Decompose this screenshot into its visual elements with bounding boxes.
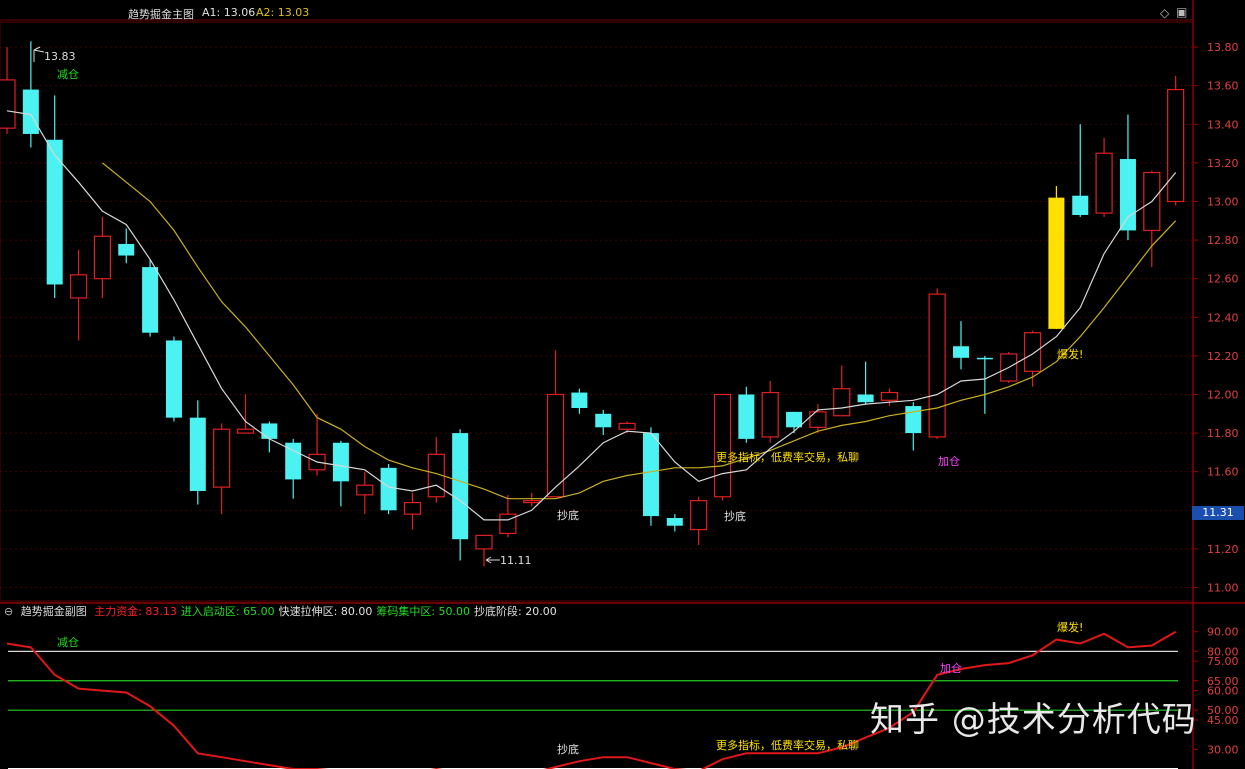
main-chart-header: 趋势掘金主图 A1: 13.06 A2: 13.03: [0, 0, 1195, 22]
a2-value: A2: 13.03: [256, 6, 310, 19]
ma5-line: [6, 110, 1177, 521]
candle-body-up: [523, 500, 541, 504]
candle-body-up: [1167, 88, 1185, 203]
ma10-line: [102, 162, 1177, 500]
candle-body-up: [403, 501, 422, 515]
candle-body-down: [332, 442, 349, 482]
candle-body-down: [261, 423, 278, 439]
candle-body-down: [142, 267, 159, 333]
candle-body-down: [595, 413, 612, 428]
low-marker-label: 11.11: [500, 554, 532, 567]
candle-body-down: [452, 433, 469, 540]
sub-annotation: 加仓: [940, 661, 962, 675]
candle-body-up: [93, 235, 112, 280]
y-tick-label: 13.20: [1207, 157, 1239, 170]
y-tick-label: 13.80: [1207, 41, 1239, 54]
sub-y-tick-label: 90.00: [1207, 626, 1239, 639]
sub-indicator-values: 主力资金: 83.13 进入启动区: 65.00 快速拉伸区: 80.00 筹码集中区…: [94, 605, 561, 618]
y-tick-label: 12.80: [1207, 234, 1239, 247]
sub-indicator-item: 筹码集中区: 50.00: [376, 605, 471, 618]
y-tick-label: 12.00: [1207, 388, 1239, 401]
candle-body-down: [953, 346, 969, 358]
sub-y-tick-label: 30.00: [1207, 743, 1239, 756]
candle-body-down: [1072, 195, 1089, 215]
candle-body-down: [571, 392, 588, 408]
candle-body-up: [0, 79, 16, 129]
candle-body-down: [738, 394, 755, 439]
candle-body-up: [475, 534, 493, 550]
candle-body-down: [165, 340, 182, 418]
sub-indicator-item: 抄底阶段: 20.00: [474, 605, 557, 618]
low-marker-arrow: [485, 556, 500, 564]
main-chart-title: 趋势掘金主图: [128, 8, 194, 21]
y-tick-label: 12.20: [1207, 350, 1239, 363]
candle-body-up: [236, 428, 255, 434]
candle-body-up: [833, 388, 851, 417]
candle-body-up: [1023, 332, 1042, 372]
sub-chart-header: ⊖ 趋势掘金副图 主力资金: 83.13 进入启动区: 65.00 快速拉伸区: 8…: [4, 603, 565, 619]
candle-body-up: [1095, 152, 1113, 214]
candle-body-down: [642, 433, 659, 517]
candle-body-down: [22, 89, 39, 134]
main-panel-frame: [0, 21, 1194, 602]
watermark: 知乎 @技术分析代码: [870, 700, 1197, 740]
candle-body-up: [618, 422, 636, 430]
current-price-tag: 11.31: [1192, 506, 1244, 520]
candle-body-down: [118, 243, 135, 256]
main-annotation: 抄底: [557, 508, 579, 522]
y-tick-label: 13.60: [1207, 80, 1239, 93]
sub-y-tick-label: 65.00: [1207, 675, 1239, 688]
main-annotation: 更多指标，低费率交易，私聊: [716, 450, 859, 464]
main-annotation: 抄底: [724, 509, 746, 523]
candle-body-down: [189, 417, 206, 491]
candle-body-up: [713, 393, 732, 498]
sub-annotation: 更多指标，低费率交易，私聊: [716, 738, 859, 752]
window-icon[interactable]: ▣: [1176, 5, 1187, 19]
y-tick-label: 11.80: [1207, 427, 1239, 440]
y-tick-label: 11.20: [1207, 543, 1239, 556]
a1-value: A1: 13.06: [202, 6, 256, 19]
candle-body-up: [880, 391, 899, 401]
candle-body-down: [857, 394, 874, 403]
settings-diamond-icon[interactable]: ◇: [1160, 6, 1169, 20]
candle-body-up: [928, 293, 946, 438]
candle-body-down: [786, 411, 803, 428]
candle-body-down: [976, 357, 993, 360]
y-tick-label: 12.40: [1207, 311, 1239, 324]
main-annotation: 爆发!: [1057, 347, 1083, 361]
main-annotation: 加仓: [938, 454, 960, 468]
high-marker-label: 13.83: [44, 50, 76, 63]
sub-indicator-item: 快速拉伸区: 80.00: [278, 605, 373, 618]
candle-body-up: [69, 274, 88, 299]
sub-annotation: 爆发!: [1057, 620, 1083, 634]
y-tick-label: 13.00: [1207, 195, 1239, 208]
sub-chart-title: 趋势掘金副图: [20, 605, 87, 618]
candle-body-up: [690, 500, 708, 531]
candle-body-down: [905, 406, 922, 434]
sub-indicator-item: 主力资金: 83.13: [94, 605, 177, 618]
main-annotation: 减仓: [57, 67, 79, 81]
sub-indicator-item: 进入启动区: 65.00: [180, 605, 275, 618]
candle-body-up: [213, 428, 231, 488]
candle-body-burst: [1048, 197, 1065, 329]
sub-annotation: 减仓: [57, 635, 79, 649]
y-tick-label: 13.40: [1207, 118, 1239, 131]
sub-y-tick-label: 50.00: [1207, 704, 1239, 717]
candle-body-down: [666, 518, 683, 526]
y-tick-label: 12.60: [1207, 273, 1239, 286]
candle-body-up: [356, 484, 374, 496]
y-tick-label: 11.00: [1207, 581, 1239, 594]
candle-body-up: [761, 391, 779, 438]
candle-body-down: [380, 467, 397, 511]
sub-annotation: 抄底: [557, 742, 579, 756]
price-chart[interactable]: 11.0011.2011.4011.6011.8012.0012.2012.40…: [0, 0, 1245, 769]
high-marker-arrow: [33, 46, 45, 53]
collapse-icon[interactable]: ⊖: [4, 605, 13, 618]
y-tick-label: 11.60: [1207, 466, 1239, 479]
candle-body-down: [1119, 159, 1136, 231]
sub-y-tick-label: 80.00: [1207, 645, 1239, 658]
